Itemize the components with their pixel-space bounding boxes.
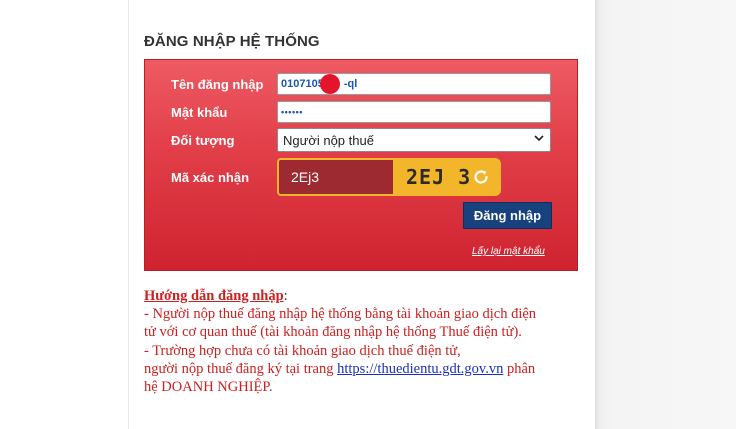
login-button[interactable]: Đăng nhập bbox=[463, 202, 552, 229]
password-label: Mật khẩu bbox=[171, 105, 228, 120]
username-value-start: 0107105 bbox=[281, 78, 324, 90]
guide-line-1: - Người nộp thuế đăng nhập hệ thống bằng… bbox=[144, 306, 537, 323]
captcha-label: Mã xác nhận bbox=[171, 170, 250, 185]
username-label: Tên đăng nhập bbox=[171, 77, 264, 92]
subject-label: Đối tượng bbox=[171, 133, 235, 148]
guide-heading: Hướng dẫn đăng nhập bbox=[144, 288, 284, 304]
captcha-input[interactable]: 2Ej3 bbox=[277, 158, 393, 196]
subject-selected-value: Người nộp thuế bbox=[283, 133, 374, 148]
guide-line-4-start: người nộp thuế đăng ký tại trang bbox=[144, 360, 338, 377]
forgot-password-link[interactable]: Lấy lại mật khẩu bbox=[472, 246, 545, 257]
page-title: ĐĂNG NHẬP HỆ THỐNG bbox=[144, 33, 320, 50]
captcha-image-text: 2EJ 3 bbox=[406, 165, 472, 189]
guide-line-3: - Trường hợp chưa có tài khoản giao dịch… bbox=[144, 342, 461, 359]
chevron-down-icon bbox=[534, 135, 544, 142]
captcha-image: 2EJ 3 bbox=[393, 158, 501, 196]
guide-line-5: hệ DOANH NGHIỆP. bbox=[144, 379, 273, 396]
password-input[interactable]: •••••• bbox=[277, 101, 551, 123]
subject-select[interactable]: Người nộp thuế bbox=[277, 128, 551, 152]
refresh-icon[interactable] bbox=[472, 168, 490, 186]
guide-line-4-end: phân bbox=[503, 360, 536, 377]
username-value-end: -ql bbox=[343, 78, 358, 90]
login-guide: Hướng dẫn đăng nhập: - Người nộp thuế đă… bbox=[144, 287, 584, 396]
guide-heading-colon: : bbox=[283, 288, 288, 304]
page-side-shade bbox=[594, 0, 736, 429]
guide-line-2: tử với cơ quan thuế (tài khoản đăng nhập… bbox=[144, 324, 522, 341]
thuedientu-link[interactable]: https://thuedientu.gdt.gov.vn bbox=[337, 361, 503, 377]
username-input[interactable]: 0107105 -ql bbox=[277, 73, 551, 95]
redaction-mark bbox=[320, 74, 340, 94]
